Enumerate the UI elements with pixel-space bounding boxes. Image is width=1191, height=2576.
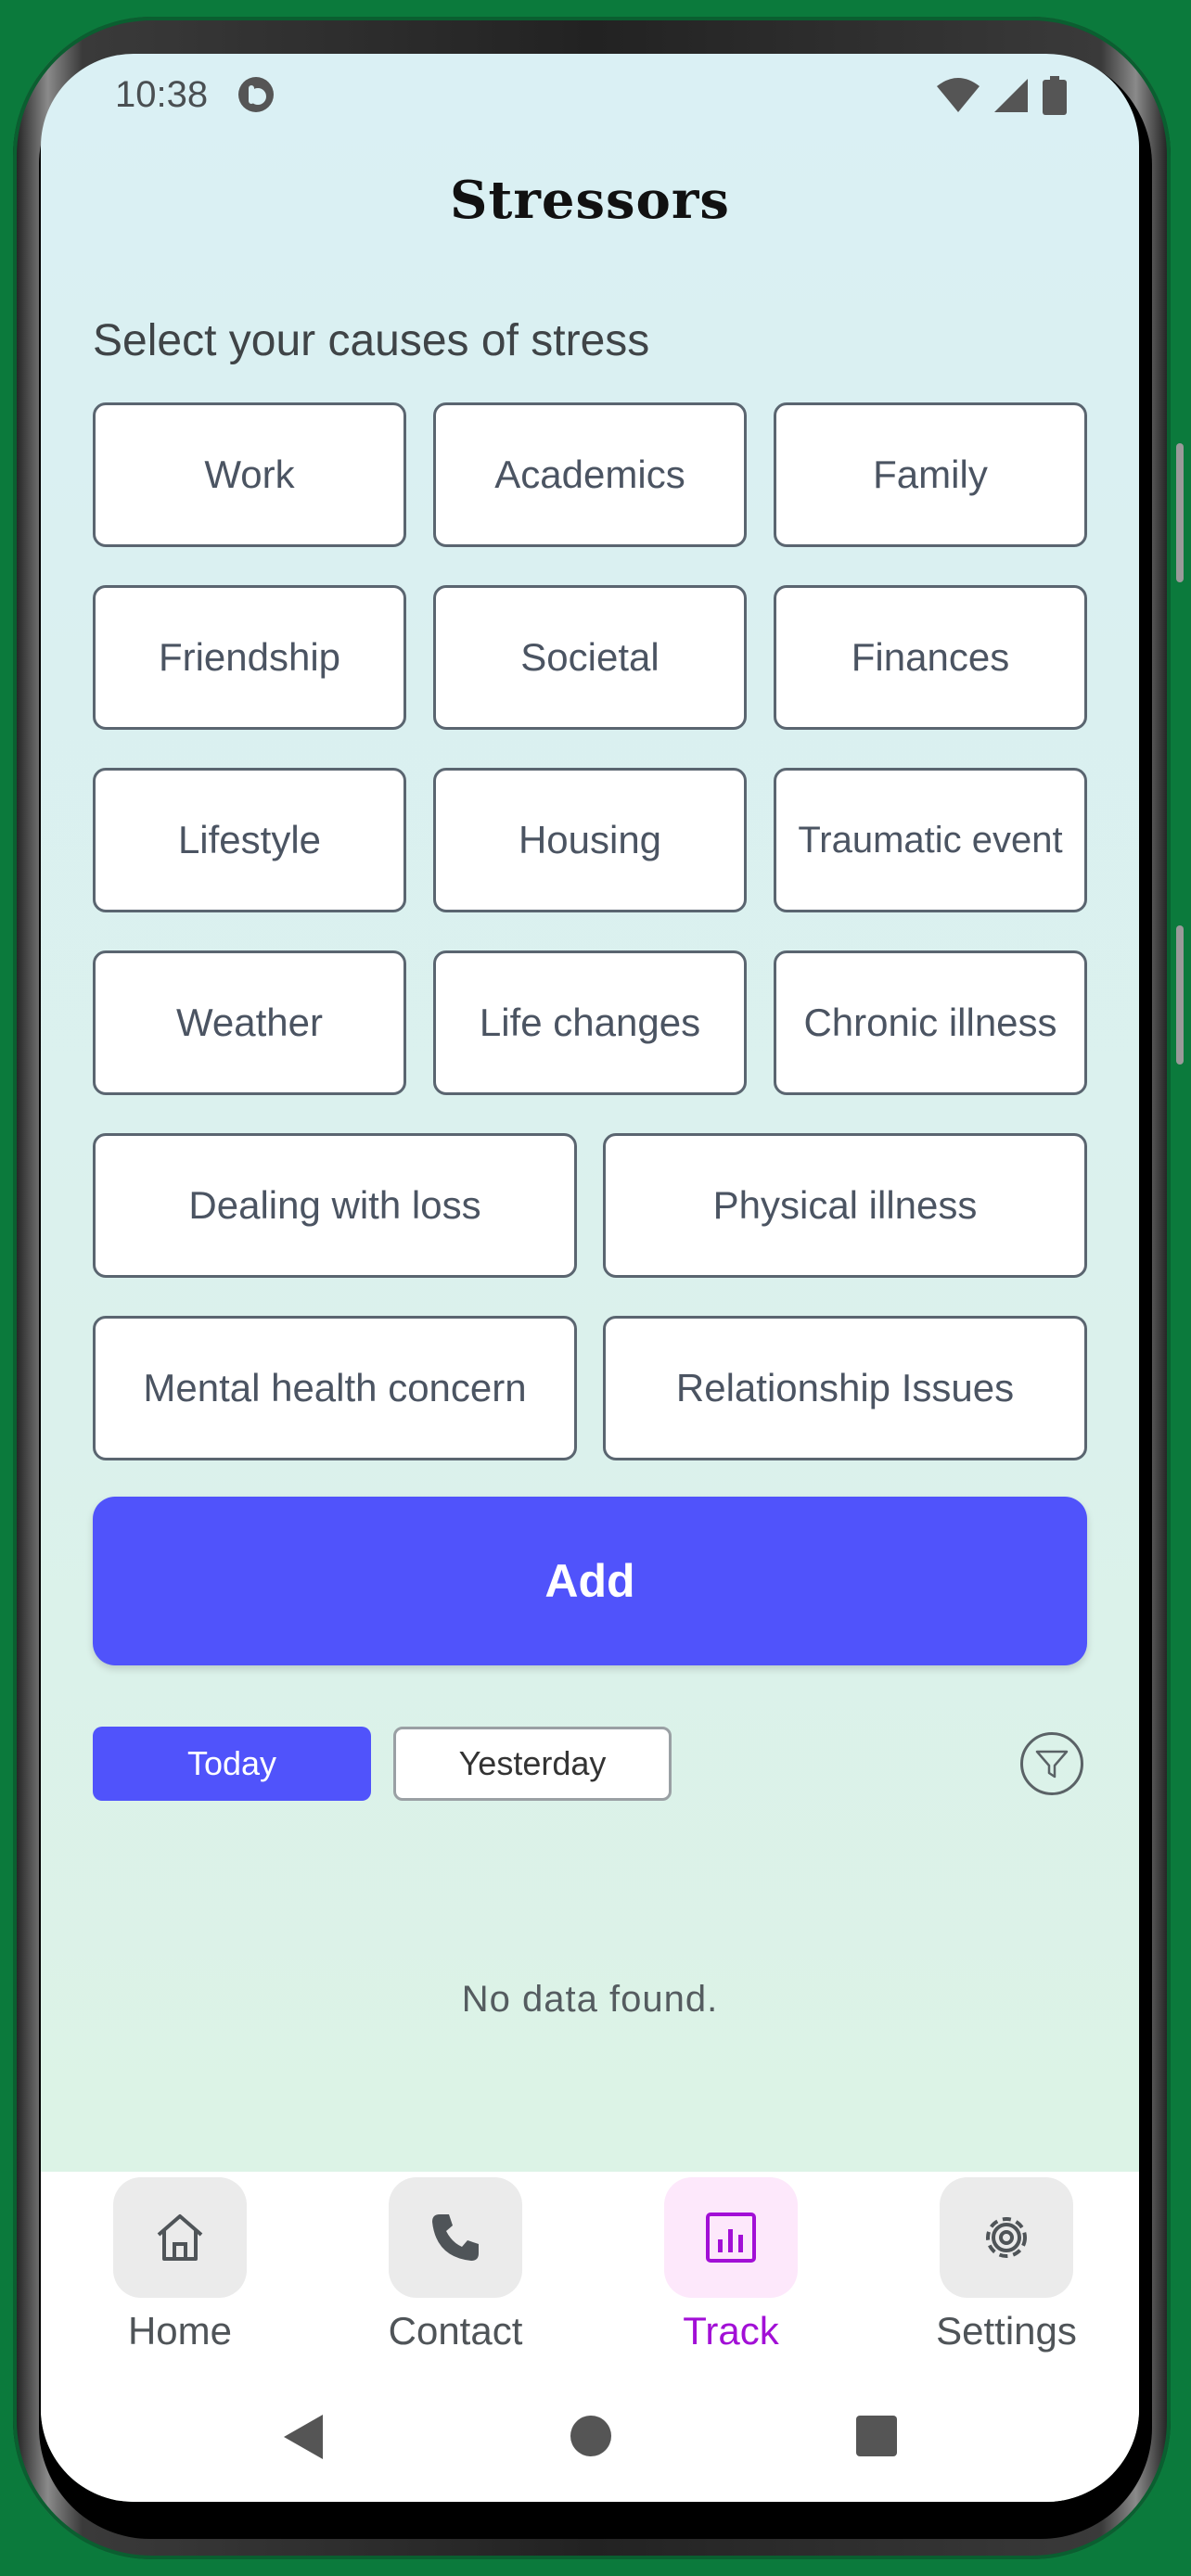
filter-button[interactable] [1020,1732,1083,1795]
nav-track[interactable]: Track [629,2177,833,2353]
stressor-traumatic-event[interactable]: Traumatic event [774,768,1087,912]
stressor-housing[interactable]: Housing [433,768,747,912]
nav-track-label: Track [683,2309,779,2353]
nav-home-label: Home [127,2309,233,2353]
back-icon[interactable] [280,2411,327,2463]
stressor-relationship-issues[interactable]: Relationship Issues [603,1316,1087,1460]
stressor-finances[interactable]: Finances [774,585,1087,730]
add-button[interactable]: Add [93,1497,1087,1665]
app-notification-icon [238,77,274,112]
wifi-icon [937,78,980,112]
gear-icon [986,2217,1027,2258]
nav-track-icon-wrap [664,2177,798,2298]
stressor-lifestyle[interactable]: Lifestyle [93,768,406,912]
filter-yesterday-button[interactable]: Yesterday [393,1727,672,1801]
volume-up-button [1176,443,1184,582]
chart-icon [706,2213,756,2263]
nav-contact[interactable]: Contact [353,2177,557,2353]
status-icons [937,76,1067,115]
section-subtitle: Select your causes of stress [93,316,650,365]
nav-settings-icon-wrap [940,2177,1073,2298]
bottom-navigation: Home Contact Track Settings [41,2172,1139,2502]
status-bar: 10:38 [41,54,1139,137]
page-title: Stressors [450,170,730,231]
nav-home[interactable]: Home [78,2177,282,2353]
home-icon [157,2214,203,2261]
stressor-societal[interactable]: Societal [433,585,747,730]
battery-icon [1043,76,1067,115]
filter-icon [1035,1750,1069,1779]
nav-contact-label: Contact [388,2309,523,2353]
filter-today-button[interactable]: Today [93,1727,371,1801]
stressor-academics[interactable]: Academics [433,402,747,547]
signal-icon [994,79,1028,112]
empty-state-message: No data found. [461,1979,719,2020]
status-time: 10:38 [115,74,209,115]
stressor-work[interactable]: Work [93,402,406,547]
stressor-dealing-with-loss[interactable]: Dealing with loss [93,1133,577,1278]
nav-settings-label: Settings [936,2309,1077,2353]
nav-settings[interactable]: Settings [904,2177,1108,2353]
stressor-mental-health-concern[interactable]: Mental health concern [93,1316,577,1460]
app-screen: 10:38 Stressors Select your causes of st… [41,54,1139,2502]
stressor-life-changes[interactable]: Life changes [433,950,747,1095]
stressor-family[interactable]: Family [774,402,1087,547]
nav-contact-icon-wrap [389,2177,522,2298]
stressor-physical-illness[interactable]: Physical illness [603,1133,1087,1278]
phone-icon [432,2214,479,2261]
stressor-friendship[interactable]: Friendship [93,585,406,730]
stressor-weather[interactable]: Weather [93,950,406,1095]
nav-home-icon-wrap [113,2177,247,2298]
home-system-icon[interactable] [570,2415,612,2457]
stressor-chronic-illness[interactable]: Chronic illness [774,950,1087,1095]
volume-down-button [1176,925,1184,1065]
recents-icon[interactable] [855,2415,898,2457]
